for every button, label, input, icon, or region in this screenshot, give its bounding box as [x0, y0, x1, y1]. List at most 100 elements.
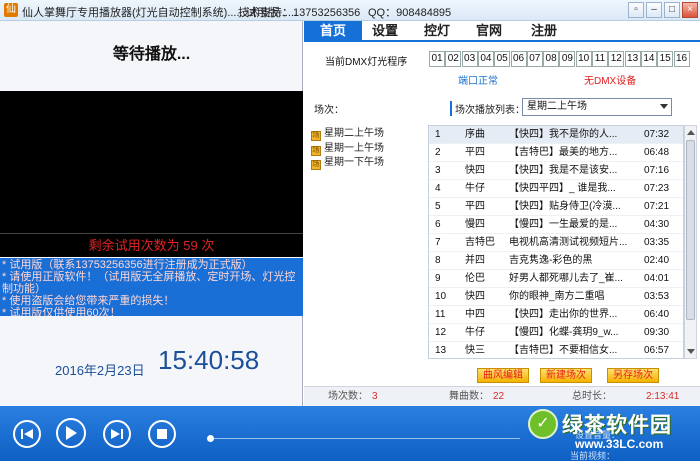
tab-lights[interactable]: 控灯: [408, 21, 466, 41]
dmx-program-label: 当前DMX灯光程序: [325, 57, 408, 68]
song-duration: 04:01: [644, 273, 670, 284]
tab-settings[interactable]: 设置: [356, 21, 414, 41]
current-date: 2016年2月23日: [55, 363, 145, 378]
notice-line: * 试用版仅供使用60次！: [2, 307, 121, 316]
tab-register[interactable]: 注册: [515, 21, 573, 41]
notice-line: * 请使用正版软件！（试用版无全屏播放、定时开场、灯光控: [2, 271, 296, 283]
song-row[interactable]: 4 牛仔 【快四平四】_ 谁是我... 07:23: [429, 180, 683, 198]
song-title: 你的眼神_南方二重唱: [509, 291, 605, 302]
song-dance-style: 吉特巴: [465, 237, 495, 248]
scene-item[interactable]: 场星期一上午场: [311, 142, 421, 156]
song-row[interactable]: 13 快三 【吉特巴】不要相信女... 06:57: [429, 342, 683, 358]
song-duration: 06:57: [644, 345, 670, 356]
video-preview[interactable]: [0, 91, 303, 233]
next-button[interactable]: [103, 420, 131, 448]
minimize-button[interactable]: –: [646, 2, 662, 18]
dmx-channel-box[interactable]: 16: [673, 51, 690, 67]
scene-folder-icon: 场: [311, 131, 321, 141]
scroll-up-icon[interactable]: [687, 130, 695, 135]
progress-knob[interactable]: [207, 435, 214, 442]
previous-button[interactable]: [13, 420, 41, 448]
maximize-button[interactable]: □: [664, 2, 680, 18]
dmx-channel-box[interactable]: 15: [657, 51, 674, 67]
dmx-channel-box[interactable]: 04: [477, 51, 494, 67]
dmx-channel-box[interactable]: 06: [510, 51, 527, 67]
tab-home[interactable]: 首页: [304, 21, 362, 41]
song-dance-style: 慢四: [465, 219, 485, 230]
edit-style-button[interactable]: 曲风编辑: [477, 368, 529, 383]
song-number: 7: [435, 237, 441, 248]
scene-item[interactable]: 场星期二上午场: [311, 127, 421, 141]
playback-status: 等待播放...: [112, 46, 191, 63]
song-row[interactable]: 6 慢四 【慢四】一生最爱的是... 04:30: [429, 216, 683, 234]
trial-remaining-text: 剩余试用次数为 59 次: [0, 233, 303, 257]
play-icon: [66, 426, 77, 440]
skin-button[interactable]: ▫: [628, 2, 644, 18]
song-row[interactable]: 12 牛仔 【慢四】化蝶-龚玥9_w... 09:30: [429, 324, 683, 342]
dmx-channel-box[interactable]: 13: [624, 51, 641, 67]
scroll-down-icon[interactable]: [687, 349, 695, 354]
song-number: 1: [435, 129, 441, 140]
song-dance-style: 平四: [465, 147, 485, 158]
song-dance-style: 序曲: [465, 129, 485, 140]
notice-line: * 试用版（联系13753256356进行注册成为正式版）: [2, 259, 253, 271]
song-duration: 02:40: [644, 255, 670, 266]
song-duration: 03:53: [644, 291, 670, 302]
song-list-scrollbar[interactable]: [684, 125, 697, 359]
trial-notice: * 试用版（联系13753256356进行注册成为正式版） * 请使用正版软件！…: [0, 258, 303, 316]
song-number: 3: [435, 165, 441, 176]
total-duration-label: 总时长：: [572, 391, 612, 402]
song-dance-style: 牛仔: [465, 183, 485, 194]
dmx-channel-box[interactable]: 11: [592, 51, 608, 67]
song-row[interactable]: 11 中四 【快四】走出你的世界... 06:40: [429, 306, 683, 324]
song-duration: 09:30: [644, 327, 670, 338]
song-title: 电视机高清测试视频短片...: [509, 237, 628, 248]
dmx-channel-box[interactable]: 01: [429, 51, 445, 67]
song-dance-style: 快四: [465, 165, 485, 176]
tab-underline: [304, 40, 700, 42]
scroll-thumb[interactable]: [686, 140, 695, 320]
song-row[interactable]: 2 平四 【吉特巴】最美的地方... 06:48: [429, 144, 683, 162]
song-row[interactable]: 3 快四 【快四】我是不是该安... 07:16: [429, 162, 683, 180]
song-row[interactable]: 7 吉特巴 电视机高清测试视频短片... 03:35: [429, 234, 683, 252]
new-scene-button[interactable]: 新建场次: [540, 368, 592, 383]
song-row[interactable]: 10 快四 你的眼神_南方二重唱 03:53: [429, 288, 683, 306]
dmx-channel-box[interactable]: 08: [543, 51, 560, 67]
song-number: 13: [435, 345, 447, 356]
dmx-device-status: 无DMX设备: [584, 76, 637, 87]
song-title: 【快四平四】_ 谁是我...: [509, 183, 616, 194]
song-duration: 03:35: [644, 237, 670, 248]
stop-button[interactable]: [148, 420, 176, 448]
dmx-channel-box[interactable]: 09: [559, 51, 576, 67]
dmx-channel-box[interactable]: 05: [494, 51, 511, 67]
tab-website[interactable]: 官网: [460, 21, 518, 41]
dmx-channel-box[interactable]: 14: [640, 51, 657, 67]
song-number: 12: [435, 327, 447, 338]
dmx-channel-box[interactable]: 10: [575, 51, 592, 67]
song-count-label: 舞曲数：: [449, 391, 489, 402]
progress-track[interactable]: [214, 438, 520, 439]
play-button[interactable]: [56, 418, 86, 448]
song-title: 【吉特巴】最美的地方...: [509, 147, 618, 158]
song-title: 吉克隽逸-彩色的黑: [509, 255, 593, 266]
scene-item[interactable]: 场星期一下午场: [311, 156, 421, 170]
song-row[interactable]: 8 并四 吉克隽逸-彩色的黑 02:40: [429, 252, 683, 270]
song-dance-style: 中四: [465, 309, 485, 320]
dmx-channel-box[interactable]: 12: [608, 51, 625, 67]
scene-count-label: 场次数：: [328, 391, 368, 402]
song-duration: 07:16: [644, 165, 670, 176]
song-row[interactable]: 5 平四 【快四】贴身侍卫(冷漠... 07:21: [429, 198, 683, 216]
song-row[interactable]: 9 伦巴 好男人都死哪儿去了_崔... 04:01: [429, 270, 683, 288]
song-dance-style: 快三: [465, 345, 485, 356]
song-dance-style: 平四: [465, 201, 485, 212]
playlist-select[interactable]: 星期二上午场: [522, 98, 672, 116]
song-dance-style: 并四: [465, 255, 485, 266]
watermark-logo-icon: ✓: [528, 409, 558, 439]
dmx-channel-box[interactable]: 02: [445, 51, 462, 67]
save-scene-as-button[interactable]: 另存场次: [607, 368, 659, 383]
song-row[interactable]: 1 序曲 【快四】我不是你的人... 07:32: [429, 126, 683, 144]
dmx-channel-box[interactable]: 03: [461, 51, 478, 67]
song-number: 6: [435, 219, 441, 230]
close-button[interactable]: ×: [682, 2, 698, 18]
dmx-channel-box[interactable]: 07: [526, 51, 543, 67]
